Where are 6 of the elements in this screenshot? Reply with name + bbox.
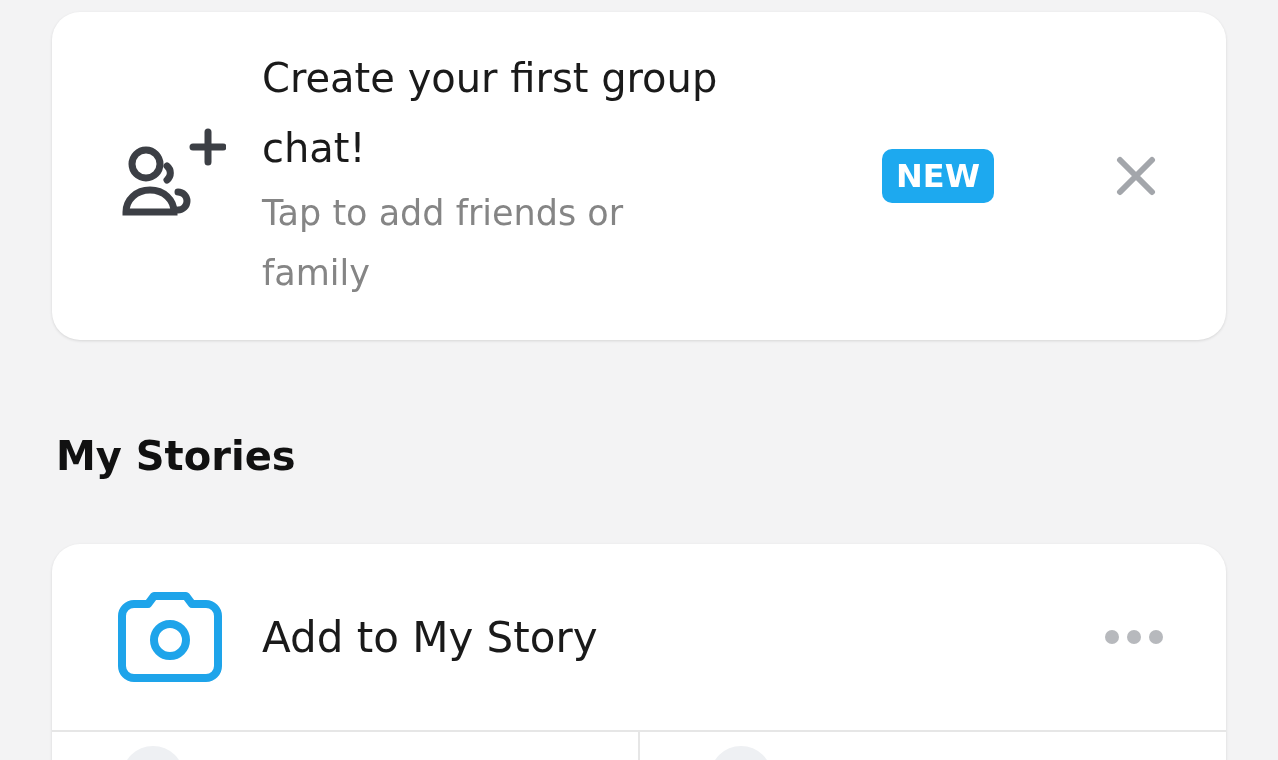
- promo-title: Create your first group chat!: [262, 54, 719, 173]
- new-badge: NEW: [882, 149, 994, 203]
- promo-subtitle: Tap to add friends or family: [262, 192, 625, 295]
- section-heading: My Stories: [56, 432, 297, 481]
- add-story-label[interactable]: Add to My Story: [262, 612, 598, 662]
- group-chat-card[interactable]: Create your first group chat! Tap to add friends or family NEW: [52, 12, 1226, 340]
